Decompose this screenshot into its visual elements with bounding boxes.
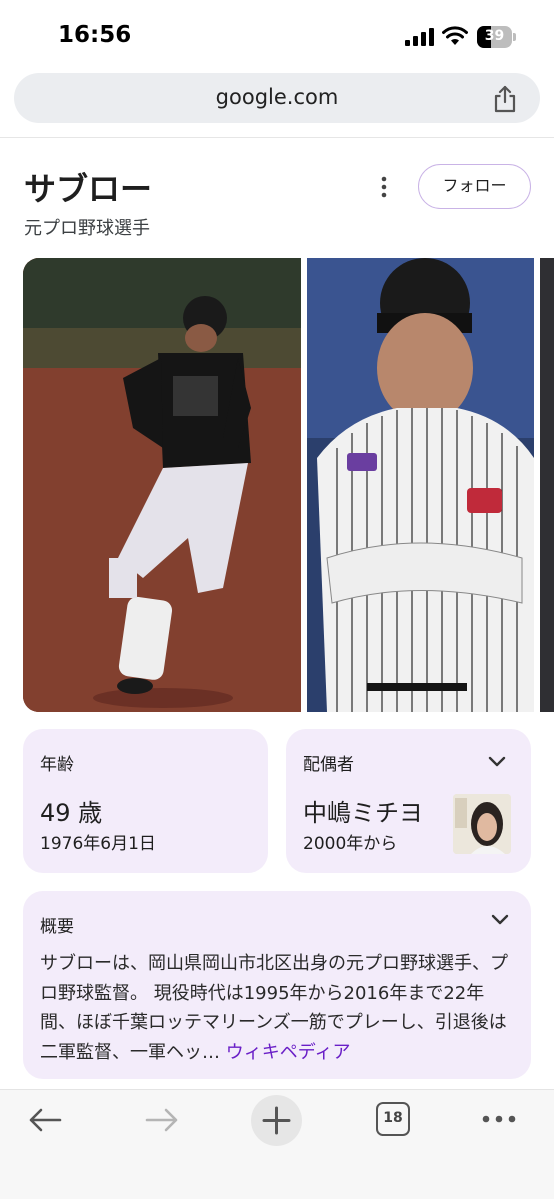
player-running-photo[interactable]	[23, 258, 301, 712]
spouse-since: 2000年から	[303, 834, 398, 854]
chevron-down-icon[interactable]	[487, 755, 507, 769]
chevron-down-icon[interactable]	[490, 913, 510, 927]
more-horizontal-icon[interactable]	[482, 1114, 516, 1124]
plus-icon	[262, 1106, 291, 1135]
signal-icon	[405, 28, 434, 46]
overview-text: サブローは、岡山県岡山市北区出身の元プロ野球選手、プロ野球監督。 現役時代は19…	[40, 949, 516, 1067]
player-crossed-arms-photo[interactable]	[307, 258, 534, 712]
header-divider	[0, 137, 554, 138]
tabs-button[interactable]: 18	[376, 1102, 410, 1136]
overview-card[interactable]: 概要 サブローは、岡山県岡山市北区出身の元プロ野球選手、プロ野球監督。 現役時代…	[23, 891, 531, 1079]
spouse-label: 配偶者	[303, 755, 354, 775]
follow-button[interactable]: フォロー	[418, 164, 531, 209]
entity-title: サブロー	[24, 170, 153, 208]
forward-arrow-icon[interactable]	[145, 1107, 179, 1133]
more-vertical-icon[interactable]	[374, 176, 394, 198]
entity-subtitle: 元プロ野球選手	[24, 218, 150, 239]
age-card[interactable]: 年齢 49 歳 1976年6月1日	[23, 729, 268, 873]
status-time: 16:56	[58, 22, 132, 48]
birth-date: 1976年6月1日	[40, 834, 156, 854]
battery-level: 39	[484, 28, 505, 44]
spouse-card[interactable]: 配偶者 中嶋ミチヨ 2000年から	[286, 729, 531, 873]
age-value: 49 歳	[40, 799, 103, 827]
wifi-icon	[442, 26, 468, 45]
address-bar[interactable]: google.com	[14, 73, 540, 123]
bottom-toolbar: 18	[0, 1090, 554, 1199]
spouse-name: 中嶋ミチヨ	[303, 799, 423, 827]
status-bar: 16:56 39	[0, 0, 554, 70]
partial-photo[interactable]	[540, 258, 554, 712]
back-arrow-icon[interactable]	[28, 1107, 62, 1133]
share-icon[interactable]	[492, 85, 518, 113]
url-text[interactable]: google.com	[14, 85, 540, 109]
wikipedia-link[interactable]: ウィキペディア	[226, 1042, 351, 1063]
image-carousel[interactable]	[0, 258, 554, 712]
age-label: 年齢	[40, 755, 74, 775]
spouse-photo[interactable]	[453, 794, 511, 854]
battery-icon: 39	[477, 26, 517, 48]
new-tab-button[interactable]	[251, 1095, 302, 1146]
overview-label: 概要	[40, 917, 74, 937]
